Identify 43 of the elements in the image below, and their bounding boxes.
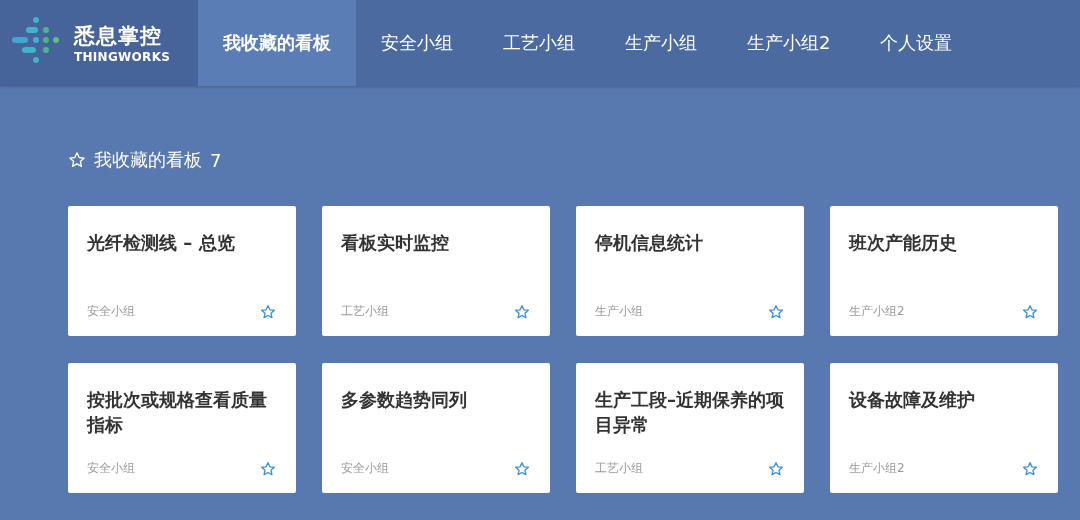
star-icon[interactable]	[768, 303, 784, 320]
board-title: 生产工段–近期保养的项目异常	[595, 388, 784, 437]
nav-tab[interactable]: 个人设置	[855, 0, 978, 86]
board-card[interactable]: 班次产能历史 生产小组2	[830, 206, 1058, 336]
star-icon[interactable]	[260, 303, 276, 320]
board-title: 多参数趋势同列	[341, 388, 468, 412]
star-icon	[68, 151, 86, 169]
board-card[interactable]: 看板实时监控 工艺小组	[322, 206, 550, 336]
board-card[interactable]: 设备故障及维护 生产小组2	[830, 363, 1058, 493]
star-icon[interactable]	[1022, 460, 1038, 477]
star-icon[interactable]	[1022, 303, 1038, 320]
brand-name: 悉息掌控	[74, 23, 163, 50]
board-title: 设备故障及维护	[849, 388, 976, 412]
nav-tab[interactable]: 生产小组	[600, 0, 722, 86]
group-label: 安全小组	[341, 460, 389, 477]
board-count: 7	[210, 149, 222, 171]
group-label: 安全小组	[87, 303, 135, 320]
star-icon[interactable]	[514, 303, 530, 320]
nav-tab[interactable]: 生产小组2	[722, 0, 856, 86]
board-title: 光纤检测线 – 总览	[87, 231, 236, 255]
nav-tab[interactable]: 安全小组	[356, 0, 478, 86]
board-title: 班次产能历史	[849, 231, 958, 255]
group-label: 生产小组2	[849, 303, 905, 320]
board-card[interactable]: 光纤检测线 – 总览 安全小组	[68, 206, 296, 336]
board-card[interactable]: 按批次或规格查看质量指标 安全小组	[68, 363, 296, 493]
star-icon[interactable]	[514, 460, 530, 477]
board-title: 停机信息统计	[595, 231, 704, 255]
star-icon[interactable]	[260, 460, 276, 477]
nav-tab[interactable]: 工艺小组	[478, 0, 600, 86]
section-title: 我收藏的看板	[94, 148, 202, 172]
group-label: 工艺小组	[341, 303, 389, 320]
board-title: 看板实时监控	[341, 231, 450, 255]
group-label: 安全小组	[87, 460, 135, 477]
board-card[interactable]: 生产工段–近期保养的项目异常 工艺小组	[576, 363, 804, 493]
group-label: 生产小组	[595, 303, 643, 320]
board-title: 按批次或规格查看质量指标	[87, 388, 268, 437]
group-label: 工艺小组	[595, 460, 643, 477]
brand-subtitle: THINGWORKS	[74, 50, 171, 64]
star-icon[interactable]	[768, 460, 784, 477]
board-card[interactable]: 停机信息统计 生产小组	[576, 206, 804, 336]
nav-tab[interactable]: 我收藏的看板	[198, 0, 356, 86]
board-card[interactable]: 多参数趋势同列 安全小组	[322, 363, 550, 493]
group-label: 生产小组2	[849, 460, 905, 477]
